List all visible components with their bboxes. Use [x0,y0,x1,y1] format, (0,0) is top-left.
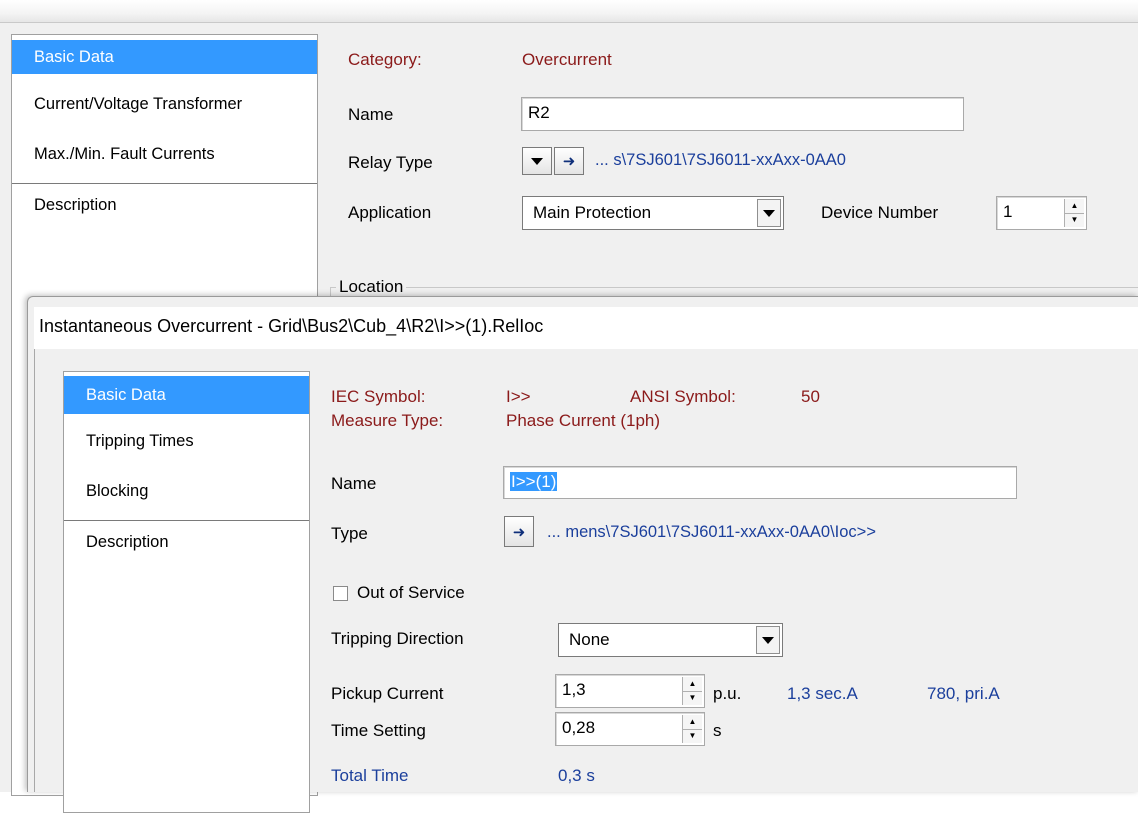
time-setting-stepper[interactable]: 0,28 ▲ ▼ [555,712,705,746]
chevron-down-icon [531,157,543,165]
sidebar-separator [12,183,317,184]
pickup-secondary-value: 1,3 sec.A [787,684,858,703]
measure-type-value: Phase Current (1ph) [506,411,661,430]
arrow-right-icon: ➜ [562,153,576,170]
sidebar-item-label: Tripping Times [86,432,194,450]
dialog-title: Instantaneous Overcurrent - Grid\Bus2\Cu… [39,316,544,336]
pickup-current-value: 1,3 [562,680,586,699]
time-unit: s [713,721,722,740]
application-label: Application [348,203,432,222]
relay-type-path[interactable]: ... s\7SJ601\7SJ6011-xxAxx-0AA0 [595,151,846,170]
out-of-service-checkbox[interactable] [333,586,348,601]
sidebar-item-basic-data[interactable]: Basic Data [12,40,317,74]
sidebar-item-label: Description [86,533,169,551]
application-select[interactable]: Main Protection [522,196,784,230]
arrow-right-icon: ➜ [512,523,526,541]
time-setting-label: Time Setting [331,721,426,740]
sidebar-separator [64,520,309,521]
sidebar-item-label: Description [34,196,117,214]
type-path[interactable]: ... mens\7SJ601\7SJ6011-xxAxx-0AA0\Ioc>> [547,523,876,542]
instantaneous-overcurrent-dialog: Instantaneous Overcurrent - Grid\Bus2\Cu… [27,296,1138,813]
element-sidebar: Basic Data Tripping Times Blocking Descr… [63,371,310,813]
chevron-down-icon [762,636,774,644]
measure-type-label: Measure Type: [331,411,444,430]
pickup-unit: p.u. [713,684,742,703]
sidebar-item-label: Basic Data [34,48,114,66]
relay-name-field[interactable]: R2 [521,97,964,131]
sidebar-item-fault-currents[interactable]: Max./Min. Fault Currents [12,137,317,171]
relay-type-label: Relay Type [348,153,433,172]
combo-arrow[interactable] [757,199,781,227]
top-edge-strip [0,0,1138,22]
location-group-line [330,287,1138,288]
ansi-symbol-label: ANSI Symbol: [630,387,736,406]
sidebar-item-label: Basic Data [86,386,166,404]
category-value: Overcurrent [522,50,612,69]
pickup-current-stepper[interactable]: 1,3 ▲ ▼ [555,674,705,708]
tripping-direction-select[interactable]: None [558,623,783,657]
element-name-field[interactable]: I>>(1) [503,466,1017,499]
sidebar-item-description[interactable]: Description [64,525,309,559]
application-value: Main Protection [533,203,652,222]
device-number-stepper[interactable]: 1 ▲ ▼ [996,196,1087,230]
spin-buttons[interactable]: ▲ ▼ [1064,199,1084,227]
category-label: Category: [348,50,422,69]
ansi-symbol-value: 50 [801,387,820,406]
sidebar-item-blocking[interactable]: Blocking [64,474,309,508]
sidebar-item-basic-data[interactable]: Basic Data [64,376,309,414]
pickup-primary-value: 780, pri.A [927,684,1000,703]
dialog-body: Basic Data Tripping Times Blocking Descr… [34,349,1138,813]
relay-type-jump-button[interactable]: ➜ [554,147,584,175]
dialog-titlebar[interactable]: Instantaneous Overcurrent - Grid\Bus2\Cu… [34,307,1138,350]
spin-up-icon[interactable]: ▲ [1065,199,1084,214]
spin-down-icon[interactable]: ▼ [683,729,702,743]
spin-buttons[interactable]: ▲ ▼ [682,715,702,743]
spin-up-icon[interactable]: ▲ [683,715,702,730]
name-label: Name [331,474,377,493]
tripping-direction-value: None [569,630,610,649]
sidebar-item-label: Blocking [86,482,149,500]
sidebar-item-description[interactable]: Description [12,188,317,222]
out-of-service-label[interactable]: Out of Service [357,583,465,603]
element-name-value: I>>(1) [510,472,558,491]
iec-symbol-value: I>> [506,387,531,406]
sidebar-item-ct-vt[interactable]: Current/Voltage Transformer [12,87,317,121]
pickup-current-label: Pickup Current [331,684,444,703]
type-label: Type [331,524,368,543]
sidebar-item-label: Current/Voltage Transformer [34,95,243,113]
iec-symbol-label: IEC Symbol: [331,387,426,406]
spin-down-icon[interactable]: ▼ [683,691,702,705]
spin-up-icon[interactable]: ▲ [683,677,702,692]
total-time-label: Total Time [331,766,409,785]
spin-buttons[interactable]: ▲ ▼ [682,677,702,705]
chevron-down-icon [763,209,775,217]
combo-arrow[interactable] [756,626,780,654]
device-number-label: Device Number [821,203,939,222]
sidebar-item-tripping-times[interactable]: Tripping Times [64,424,309,458]
spin-down-icon[interactable]: ▼ [1065,213,1084,227]
name-label: Name [348,105,394,124]
location-group-label: Location [336,277,407,297]
type-jump-button[interactable]: ➜ [504,516,534,547]
time-setting-value: 0,28 [562,718,596,737]
sidebar-item-label: Max./Min. Fault Currents [34,145,215,163]
relay-type-dropdown-button[interactable] [522,147,552,175]
tripping-direction-label: Tripping Direction [331,629,464,648]
total-time-value: 0,3 s [558,766,595,785]
device-number-value: 1 [1003,202,1013,221]
